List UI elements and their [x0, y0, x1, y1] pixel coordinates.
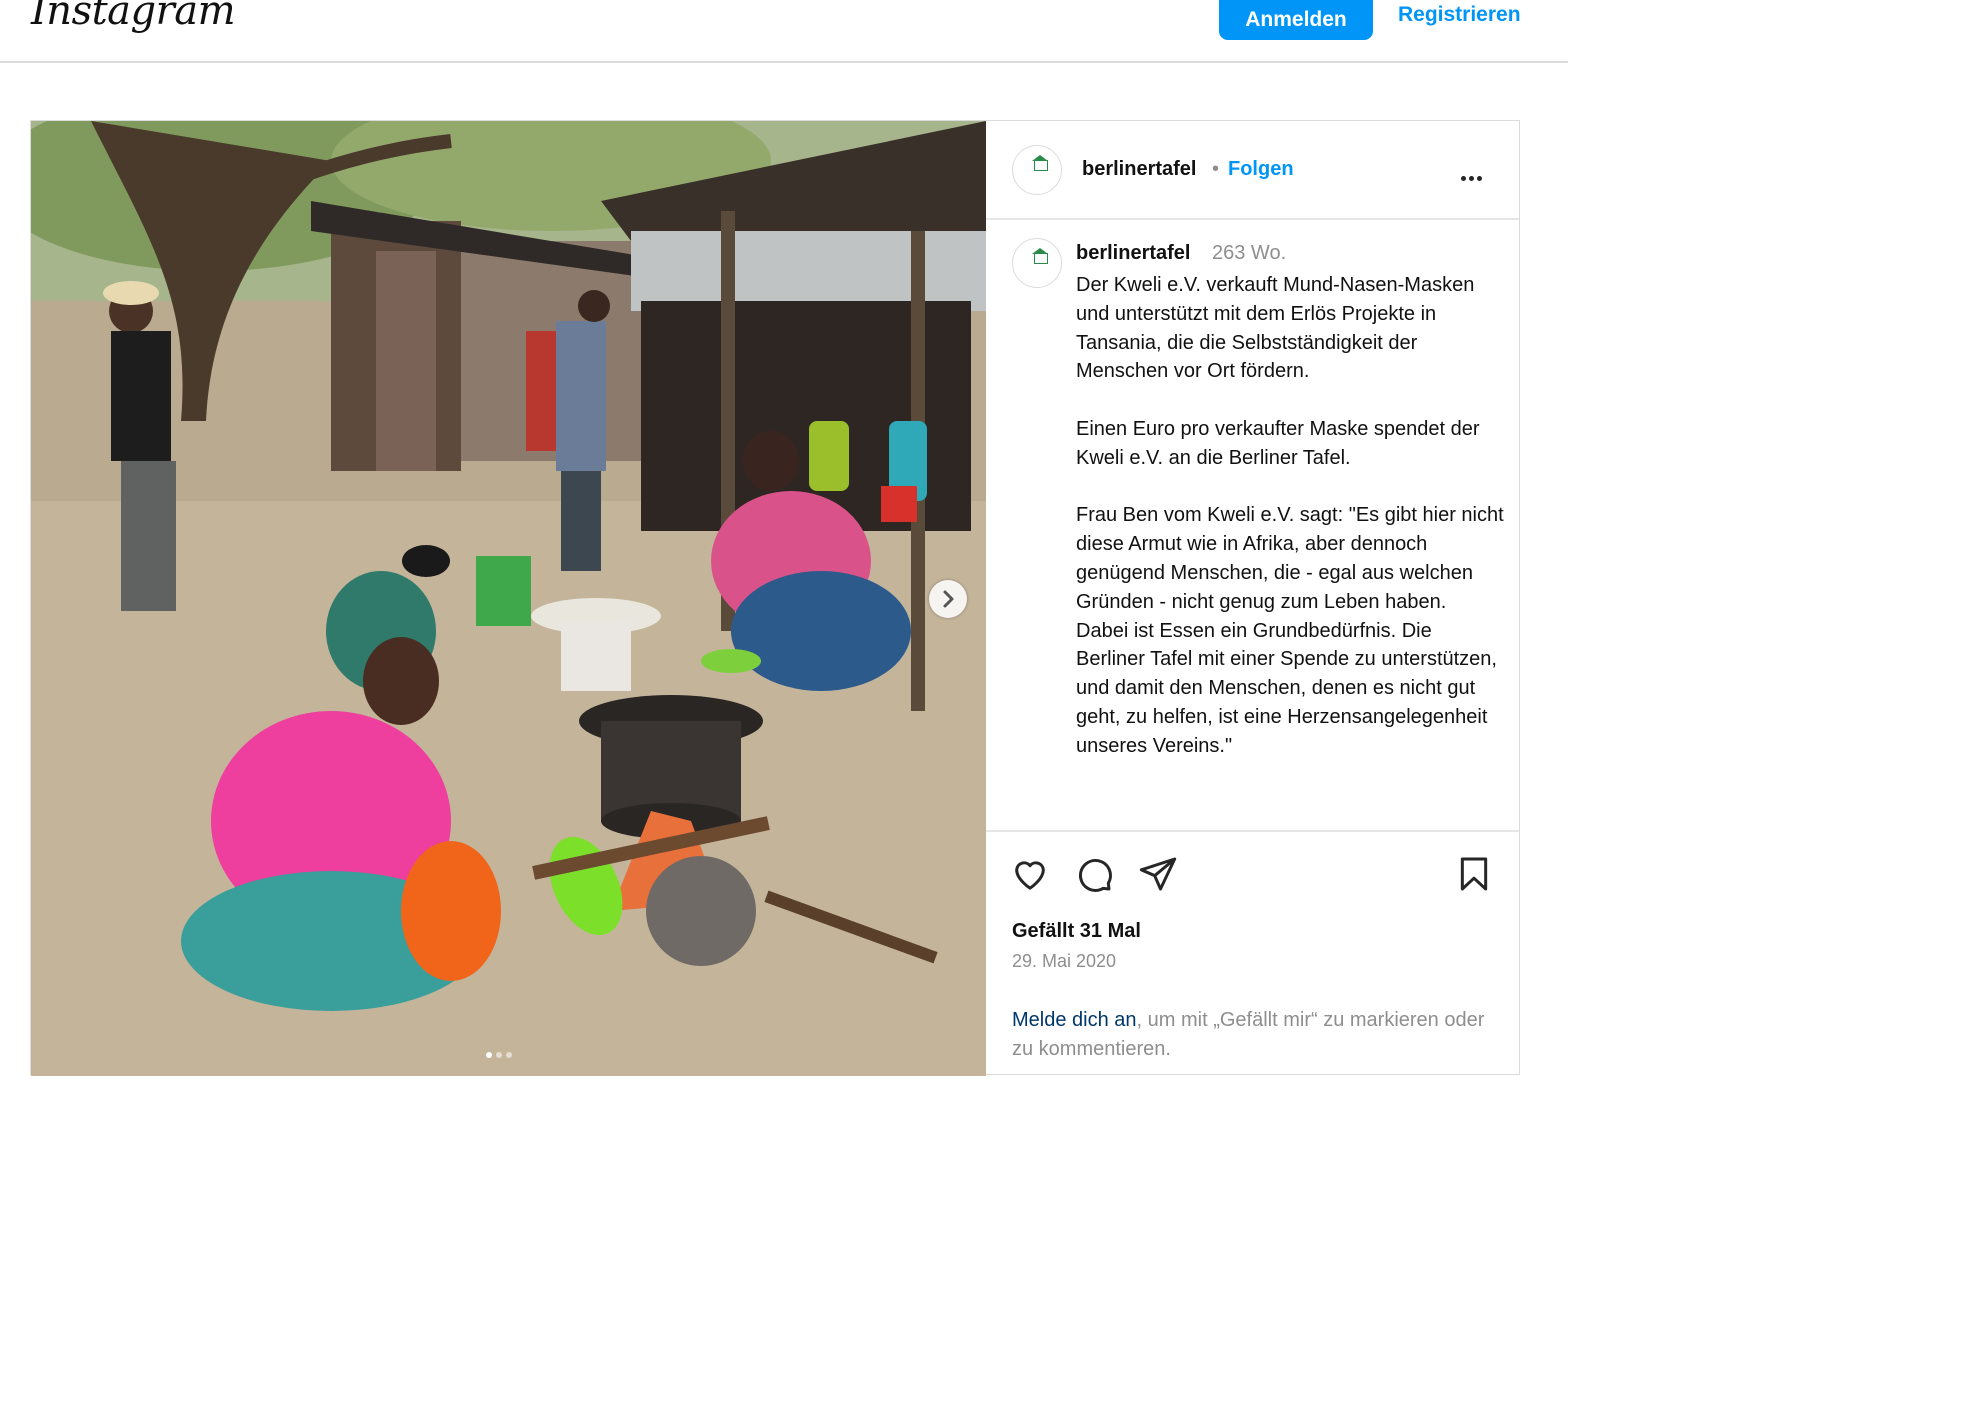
login-button[interactable]: Anmelden: [1219, 0, 1373, 40]
top-navigation-bar: Instagram Anmelden Registrieren: [0, 0, 1568, 63]
caption-text: Der Kweli e.V. verkauft Mund-Nasen-Maske…: [1076, 274, 1504, 757]
post-header: berlinertafel • Folgen: [986, 121, 1519, 220]
register-link[interactable]: Registrieren: [1398, 3, 1521, 27]
carousel-indicator: [486, 1043, 516, 1062]
caption-username[interactable]: berlinertafel: [1076, 242, 1190, 265]
like-count[interactable]: Gefällt 31 Mal: [1012, 920, 1141, 943]
post-media[interactable]: [31, 121, 986, 1076]
next-slide-button[interactable]: [929, 580, 967, 618]
post-date[interactable]: 29. Mai 2020: [1012, 951, 1116, 972]
separator-dot: •: [1212, 158, 1220, 180]
follow-button[interactable]: Folgen: [1228, 158, 1294, 181]
caption-timestamp[interactable]: 263 Wo.: [1212, 242, 1286, 265]
post-card: berlinertafel • Folgen berlinertafel 263…: [30, 120, 1520, 1076]
profile-avatar[interactable]: [1012, 145, 1062, 195]
login-prompt: Melde dich an, um mit „Gefällt mir“ zu m…: [1012, 1006, 1492, 1064]
more-options-icon[interactable]: [1461, 166, 1485, 185]
post-caption: berlinertafel 263 Wo. Der Kweli e.V. ver…: [986, 220, 1519, 832]
carousel-dot: [486, 1052, 492, 1058]
instagram-logo[interactable]: Instagram: [31, 0, 236, 34]
share-icon[interactable]: [1138, 854, 1178, 894]
carousel-dot: [496, 1052, 502, 1058]
post-side-panel: berlinertafel • Folgen berlinertafel 263…: [986, 121, 1519, 1074]
post-photo: [31, 121, 986, 1076]
post-actions: Gefällt 31 Mal 29. Mai 2020 Melde dich a…: [986, 832, 1519, 1074]
carousel-dot: [506, 1052, 512, 1058]
login-link[interactable]: Melde dich an: [1012, 1009, 1137, 1031]
caption-avatar[interactable]: [1012, 238, 1062, 288]
heart-icon[interactable]: [1010, 854, 1050, 894]
post-author-username[interactable]: berlinertafel: [1082, 158, 1196, 181]
comment-icon[interactable]: [1074, 854, 1114, 894]
chevron-right-icon: [943, 590, 954, 608]
bookmark-icon[interactable]: [1454, 854, 1494, 894]
login-button-label: Anmelden: [1245, 8, 1347, 31]
